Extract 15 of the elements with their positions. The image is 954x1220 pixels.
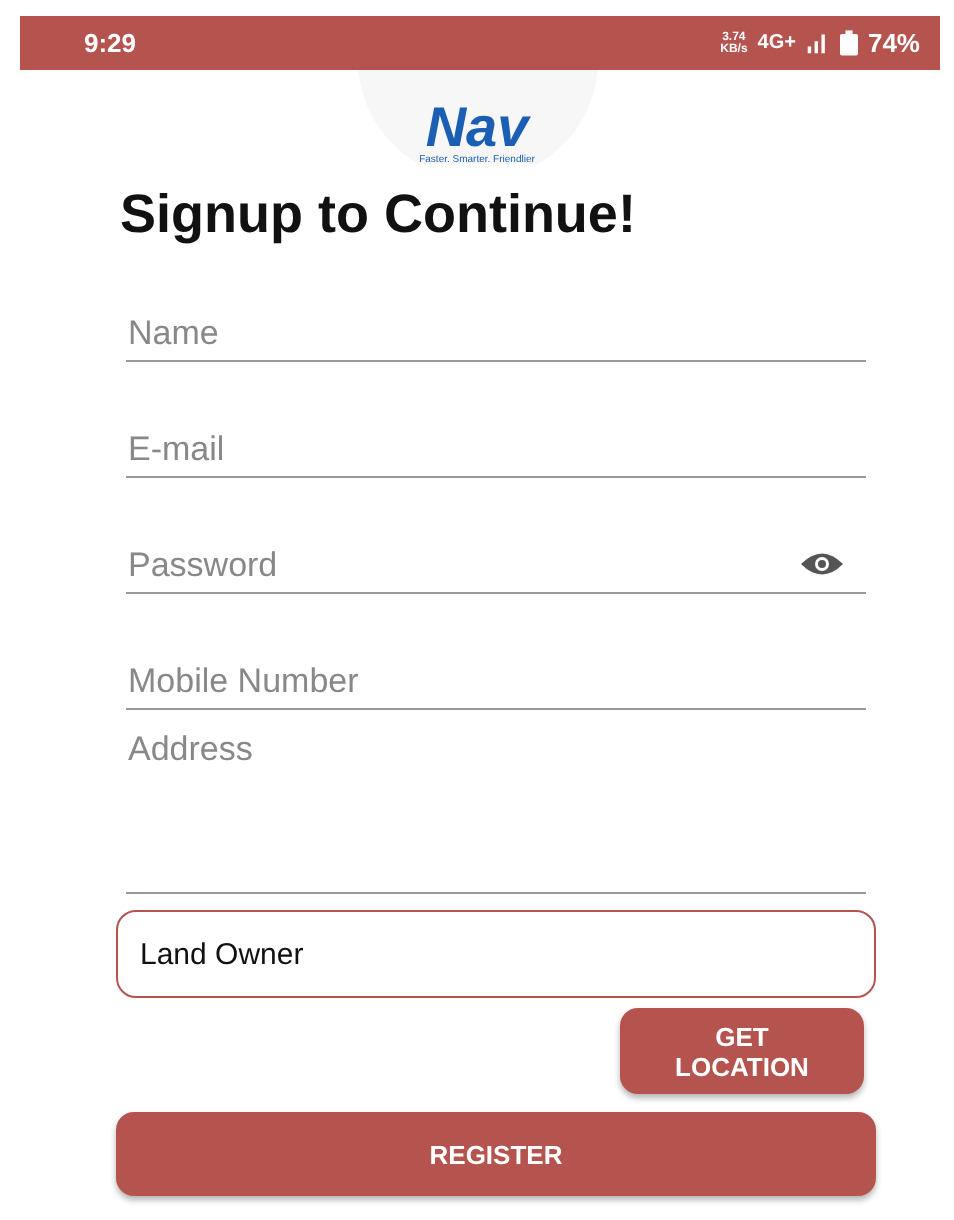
location-button[interactable]: GET LOCATION xyxy=(620,1008,864,1094)
input-field[interactable]: Name xyxy=(126,282,866,362)
input-field[interactable]: Mobile Number xyxy=(126,630,866,710)
input-field[interactable]: E-mail xyxy=(126,398,866,478)
battery-level: 74% xyxy=(867,28,920,58)
page-title: Signup to Continue! xyxy=(120,184,638,246)
eye-icon[interactable] xyxy=(798,550,846,578)
address-field[interactable]: Address xyxy=(126,726,866,894)
battery-icon xyxy=(839,30,858,56)
network-type: 4G+ xyxy=(757,32,796,54)
role-field[interactable]: Land Owner xyxy=(116,910,876,998)
clock-time: 9:29 xyxy=(84,28,137,58)
register-button[interactable]: REGISTER xyxy=(116,1112,876,1196)
logo-text: Nav xyxy=(425,102,529,154)
signal-icon xyxy=(805,32,830,54)
